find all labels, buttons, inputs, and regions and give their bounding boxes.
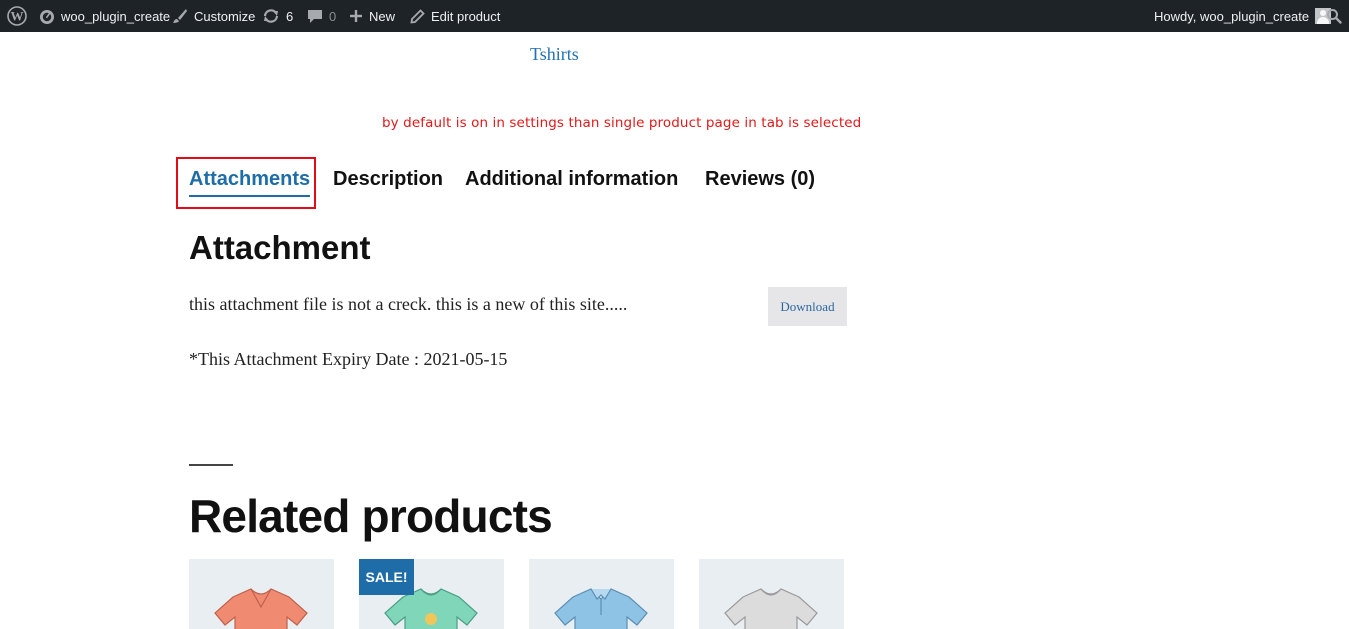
- dashboard-icon: [40, 10, 54, 24]
- customize-link[interactable]: Customize: [172, 0, 255, 32]
- tab-label: Reviews (0): [705, 168, 816, 190]
- svg-text:W: W: [11, 9, 24, 24]
- tshirt-icon: [214, 588, 308, 629]
- polo-shirt-icon: [554, 588, 648, 629]
- tab-description[interactable]: Description: [333, 168, 443, 191]
- plus-icon: [350, 10, 362, 22]
- edit-product-label: Edit product: [431, 8, 501, 24]
- wordpress-logo-icon[interactable]: W: [7, 0, 27, 32]
- updates-icon: [263, 9, 279, 23]
- related-product-3[interactable]: [529, 559, 674, 629]
- tab-active-underline: [189, 195, 311, 197]
- tab-label: Additional information: [465, 168, 679, 190]
- tshirt-icon: [724, 588, 818, 629]
- search-button[interactable]: [1326, 0, 1342, 32]
- download-button[interactable]: Download: [768, 287, 847, 326]
- annotation-note: by default is on in settings than single…: [382, 115, 862, 131]
- attachment-expiry-date: *This Attachment Expiry Date : 2021-05-1…: [189, 349, 508, 369]
- comment-icon: [308, 10, 322, 23]
- site-name-label: woo_plugin_create: [61, 8, 171, 24]
- my-account-menu[interactable]: Howdy, woo_plugin_create: [1154, 0, 1332, 32]
- comments-count: 0: [329, 8, 337, 24]
- related-product-1[interactable]: [189, 559, 334, 629]
- howdy-label: Howdy, woo_plugin_create: [1154, 8, 1310, 24]
- updates-link[interactable]: 6: [262, 0, 293, 32]
- search-icon: [1327, 9, 1342, 24]
- new-label: New: [369, 8, 396, 24]
- comments-link[interactable]: 0: [307, 0, 336, 32]
- pencil-icon: [410, 8, 425, 24]
- related-product-4[interactable]: [699, 559, 844, 629]
- sale-badge: SALE!: [359, 559, 414, 595]
- site-title[interactable]: Tshirts: [530, 44, 579, 65]
- site-name-menu[interactable]: woo_plugin_create: [39, 0, 170, 32]
- tab-additional-information[interactable]: Additional information: [465, 168, 678, 191]
- edit-product-link[interactable]: Edit product: [410, 0, 500, 32]
- customize-label: Customize: [194, 8, 256, 24]
- attachment-heading: Attachment: [189, 229, 371, 266]
- tab-label: Attachments: [189, 168, 311, 190]
- section-divider: [189, 464, 233, 466]
- attachment-description: this attachment file is not a creck. thi…: [189, 294, 628, 314]
- related-products-heading: Related products: [189, 490, 553, 542]
- updates-count: 6: [286, 8, 294, 24]
- admin-bar: W woo_plugin_create Customize 6 0 New Ed…: [0, 0, 1349, 32]
- paintbrush-icon: [173, 9, 187, 23]
- tab-reviews[interactable]: Reviews (0): [705, 168, 815, 191]
- tab-label: Description: [333, 168, 444, 190]
- tab-attachments[interactable]: Attachments: [189, 168, 311, 197]
- new-content-link[interactable]: New: [349, 0, 395, 32]
